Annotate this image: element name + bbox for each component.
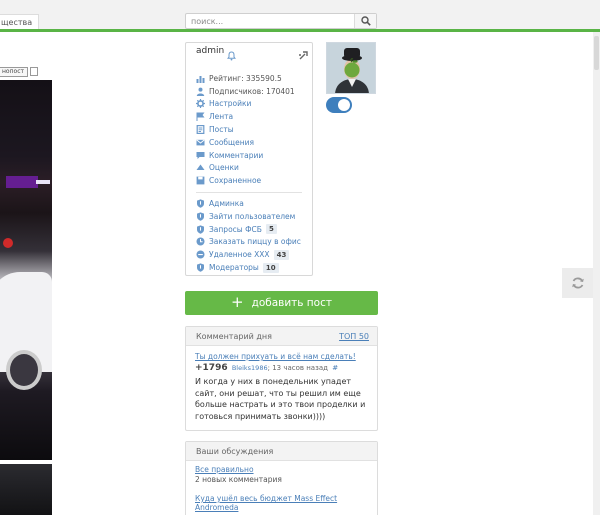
refresh-button[interactable]	[562, 268, 593, 298]
exit-icon[interactable]	[298, 46, 310, 65]
menu-label: Заказать пиццу в офис	[209, 237, 301, 247]
header-accent-line	[0, 29, 600, 32]
menu-label: Запросы ФСБ	[209, 224, 262, 234]
search-icon	[360, 16, 371, 26]
document-icon	[196, 125, 205, 135]
menu-label: Сохраненное	[209, 176, 262, 186]
add-post-label: добавить пост	[251, 297, 332, 309]
panel-heading: Ваши обсуждения	[186, 442, 377, 461]
discussion-new-count: 2 новых комментария	[195, 475, 282, 484]
menu-label: Оценки	[209, 163, 239, 173]
add-post-button[interactable]: + добавить пост	[185, 291, 378, 315]
gear-icon	[196, 99, 205, 109]
save-icon	[196, 176, 205, 185]
avatar[interactable]	[326, 42, 376, 94]
menu-label: Лента	[209, 112, 234, 122]
panel-title: Ваши обсуждения	[196, 447, 274, 456]
menu-label: Сообщения	[209, 137, 255, 147]
shield-icon	[196, 212, 205, 221]
menu-divider	[196, 192, 302, 194]
count-badge: 5	[265, 224, 277, 235]
menu-item-moderators[interactable]: Модераторы 10	[196, 261, 306, 274]
envelope-icon	[196, 138, 205, 147]
menu-label: Посты	[209, 125, 234, 135]
menu-item-subscribers: Подписчиков: 170401	[196, 85, 306, 98]
menu-label: Комментарии	[209, 150, 264, 160]
discussion-link[interactable]: Куда ушёл весь бюджет Mass Effect Androm…	[195, 494, 369, 512]
flag-icon	[196, 112, 205, 122]
menu-label: Зайти пользователем	[209, 211, 296, 221]
shield-icon	[196, 199, 205, 208]
comment-permalink[interactable]: #	[332, 364, 338, 372]
triangle-up-icon	[196, 163, 205, 172]
menu-label: Удаленное XXX	[209, 250, 270, 260]
bell-icon[interactable]	[226, 46, 237, 65]
menu-item-deleted[interactable]: Удаленное XXX 43	[196, 248, 306, 261]
speech-bubble-icon	[196, 151, 205, 160]
post-image-2	[0, 464, 52, 515]
post-tag[interactable]: нопост	[0, 67, 28, 77]
menu-item-settings[interactable]: Настройки	[196, 98, 306, 111]
plus-icon: +	[230, 293, 244, 311]
comment-post-title-link[interactable]: Ты должен прихуать и всё нам сделать!	[195, 352, 369, 361]
discussion-link[interactable]: Все правильно	[195, 465, 369, 474]
menu-item-order-pizza[interactable]: Заказать пиццу в офис	[196, 236, 306, 249]
menu-label: Рейтинг: 335590.5	[209, 73, 282, 83]
menu-item-saved[interactable]: Сохраненное	[196, 174, 306, 187]
search-box	[185, 13, 377, 29]
bar-chart-icon	[196, 74, 205, 83]
scrollbar-thumb[interactable]	[594, 36, 599, 70]
panel-heading: Комментарий дня ТОП 50	[186, 327, 377, 346]
menu-item-feed[interactable]: Лента	[196, 110, 306, 123]
menu-label: Админка	[209, 199, 244, 209]
toggle-knob	[338, 99, 350, 111]
user-card: admin Рейтинг: 335590.5 Подписчиков: 170…	[185, 42, 313, 276]
minus-circle-icon	[196, 250, 205, 259]
user-name[interactable]: admin	[196, 46, 224, 56]
comment-score: +1796	[195, 363, 228, 373]
comment-time: 13 часов назад	[272, 364, 328, 372]
menu-label: Настройки	[209, 99, 252, 109]
menu-item-messages[interactable]: Сообщения	[196, 136, 306, 149]
post-image	[0, 80, 52, 460]
menu-label: Подписчиков: 170401	[209, 86, 295, 96]
menu-item-ratings[interactable]: Оценки	[196, 162, 306, 175]
scrollbar[interactable]	[593, 32, 600, 515]
theme-toggle[interactable]	[326, 97, 352, 113]
save-post-icon[interactable]	[30, 67, 38, 76]
menu-item-posts[interactable]: Посты	[196, 123, 306, 136]
menu-item-rating: Рейтинг: 335590.5	[196, 72, 306, 85]
menu-item-fsb-requests[interactable]: Запросы ФСБ 5	[196, 223, 306, 236]
count-badge: 10	[262, 262, 279, 273]
menu-label: Модераторы	[209, 263, 259, 273]
clock-icon	[196, 237, 205, 246]
shield-icon	[196, 263, 205, 272]
comment-of-day-panel: Комментарий дня ТОП 50 Ты должен прихуат…	[185, 326, 378, 431]
community-tab[interactable]: щества	[0, 14, 40, 30]
shield-icon	[196, 225, 205, 234]
menu-item-admin[interactable]: Админка	[196, 197, 306, 210]
comment-text: И когда у них в понедельник упадет сайт,…	[195, 377, 366, 421]
search-input[interactable]	[186, 14, 351, 28]
panel-title: Комментарий дня	[196, 332, 272, 341]
comment-author-link[interactable]: Bleiks1986	[232, 364, 268, 372]
menu-item-login-as-user[interactable]: Зайти пользователем	[196, 210, 306, 223]
top-50-link[interactable]: ТОП 50	[339, 327, 369, 346]
comment-meta: +1796 Bleiks1986; 13 часов назад #	[195, 363, 339, 373]
count-badge: 43	[273, 249, 290, 260]
refresh-icon	[571, 277, 584, 289]
search-button[interactable]	[354, 14, 376, 28]
menu-item-comments[interactable]: Комментарии	[196, 149, 306, 162]
person-icon	[196, 87, 205, 96]
discussions-panel: Ваши обсуждения Все правильно 2 новых ко…	[185, 441, 378, 515]
user-menu: Рейтинг: 335590.5 Подписчиков: 170401 На…	[196, 72, 306, 274]
